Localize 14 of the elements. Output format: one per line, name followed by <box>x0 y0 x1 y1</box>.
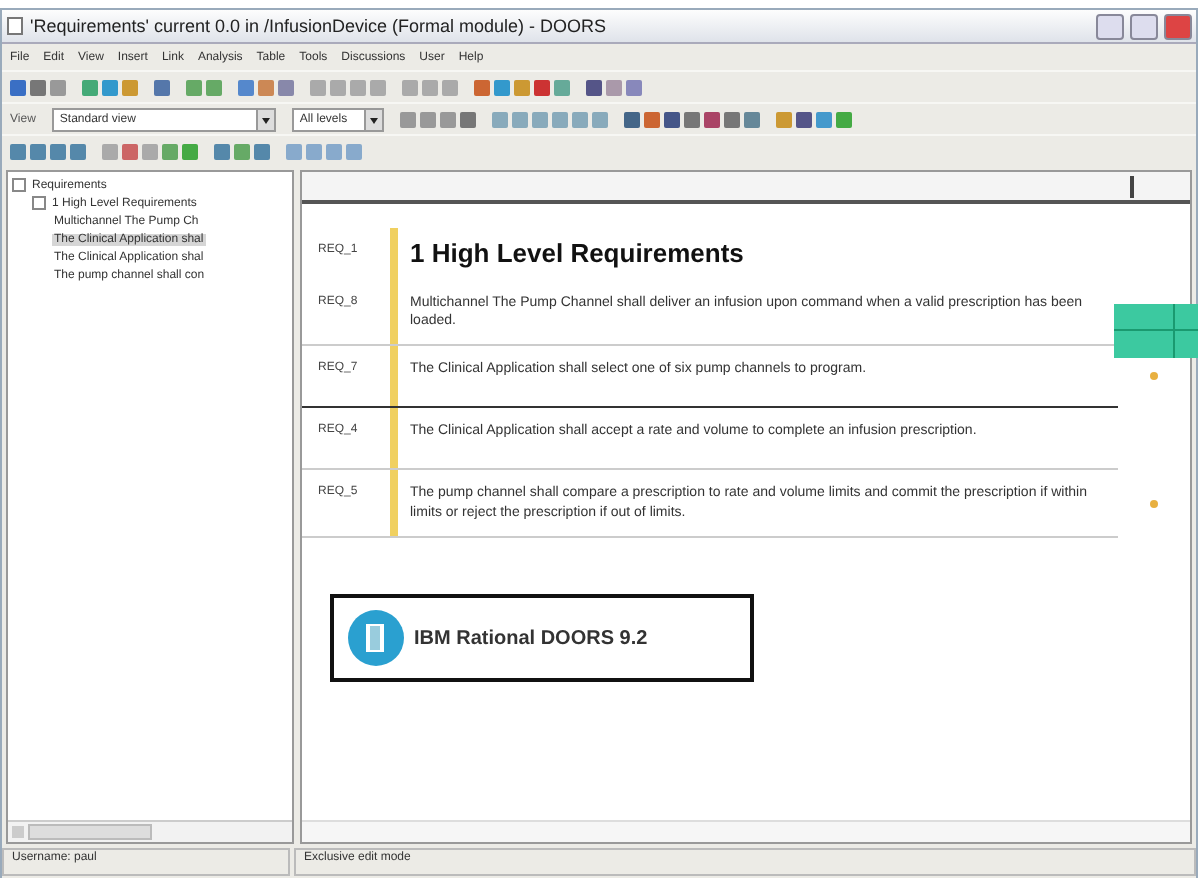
scrollbar[interactable] <box>302 820 1190 842</box>
document-icon <box>6 16 24 36</box>
window-title: 'Requirements' current 0.0 in /InfusionDevice (Formal module) - DOORS <box>30 16 609 36</box>
door-icon <box>346 608 406 669</box>
caret-icon[interactable] <box>363 109 382 129</box>
logo-text: IBM Rational DOORS 9.2 <box>414 627 648 650</box>
collapse-icon[interactable] <box>12 178 26 192</box>
maximize-button[interactable] <box>1130 13 1158 39</box>
scrollbar[interactable] <box>8 820 292 842</box>
minimize-button[interactable] <box>1096 13 1124 39</box>
close-button[interactable] <box>1164 13 1192 39</box>
collapse-icon[interactable] <box>32 196 46 210</box>
section-heading: 1 High Level Requirements <box>408 236 746 272</box>
caret-icon[interactable] <box>255 109 274 129</box>
